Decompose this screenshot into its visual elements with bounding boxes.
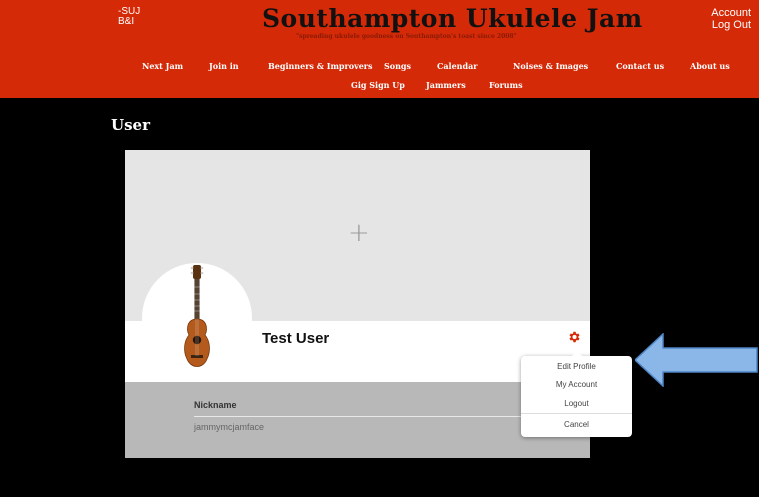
account-link[interactable]: Account — [711, 7, 751, 19]
user-name: Test User — [262, 330, 330, 347]
nav-beginners-improvers[interactable]: Beginners & Improvers — [268, 61, 373, 71]
nav-calendar[interactable]: Calendar — [437, 61, 478, 71]
divider — [194, 416, 534, 417]
ukulele-image — [184, 265, 210, 367]
bi-link[interactable]: B&I — [118, 17, 140, 27]
nav-forums[interactable]: Forums — [489, 80, 523, 90]
menu-item-edit-profile[interactable]: Edit Profile — [521, 362, 632, 371]
nav-gig-sign-up[interactable]: Gig Sign Up — [351, 80, 405, 90]
nav-join-in[interactable]: Join in — [209, 61, 239, 71]
menu-item-my-account[interactable]: My Account — [521, 380, 632, 389]
menu-item-cancel[interactable]: Cancel — [521, 420, 632, 429]
nav-next-jam[interactable]: Next Jam — [142, 61, 183, 71]
nav-contact-us[interactable]: Contact us — [616, 61, 664, 71]
header-left-links: -SUJ B&I — [118, 7, 140, 27]
nav-about-us[interactable]: About us — [690, 61, 730, 71]
pointer-arrow-icon — [635, 333, 758, 387]
logout-link[interactable]: Log Out — [711, 19, 751, 31]
settings-gear-icon — [569, 331, 580, 343]
profile-settings-menu: Edit Profile My Account Logout Cancel — [521, 351, 632, 437]
nav-noises-images[interactable]: Noises & Images — [513, 61, 588, 71]
avatar[interactable] — [142, 263, 252, 393]
header-account-links: Account Log Out — [711, 7, 751, 31]
site-header: -SUJ B&I Southampton Ukulele Jam "spread… — [0, 0, 759, 98]
gear-icon[interactable] — [567, 330, 581, 348]
nickname-label: Nickname — [194, 400, 237, 410]
site-title[interactable]: Southampton Ukulele Jam — [262, 4, 643, 33]
menu-divider — [521, 413, 632, 414]
site-tagline: "spreading ukulele goodness on Southampt… — [296, 33, 517, 40]
nickname-value: jammymcjamface — [194, 422, 265, 432]
nav-songs[interactable]: Songs — [384, 61, 411, 71]
nav-jammers[interactable]: Jammers — [426, 80, 466, 90]
menu-item-logout[interactable]: Logout — [521, 399, 632, 408]
add-cover-icon[interactable]: + — [348, 218, 370, 248]
page-title: User — [111, 116, 150, 134]
